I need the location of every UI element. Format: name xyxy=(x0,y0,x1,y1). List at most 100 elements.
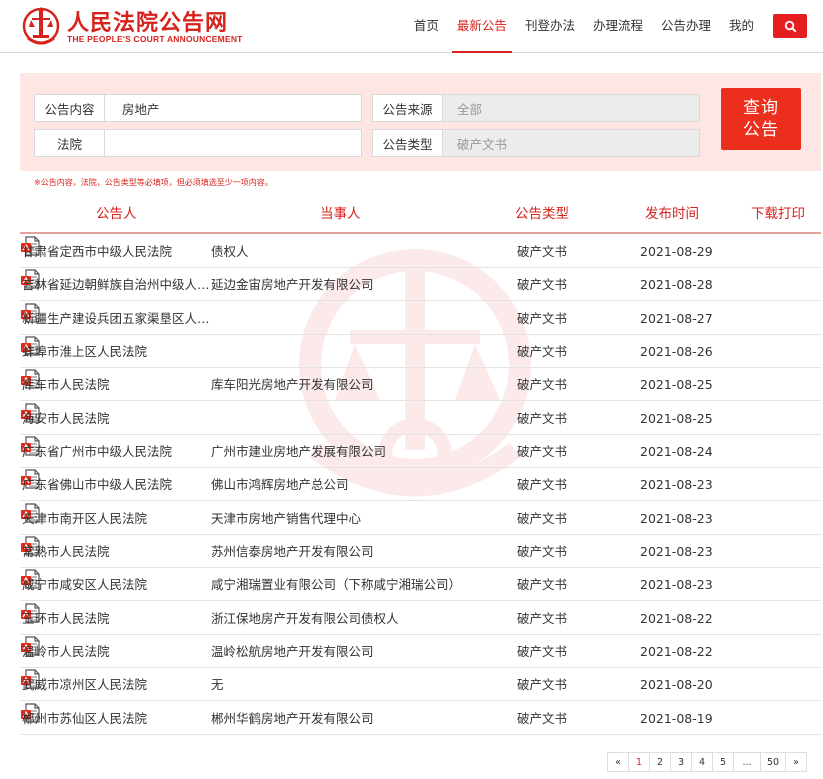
nav-latest[interactable]: 最新公告 xyxy=(448,0,516,53)
row-party: 库车阳光房地产开发有限公司 xyxy=(211,377,374,392)
row-court[interactable]: 新疆生产建设兵团五家渠垦区人民... xyxy=(22,302,212,335)
court-label: 法院 xyxy=(35,130,105,156)
search-icon xyxy=(784,20,797,33)
table-row[interactable]: 咸宁市咸安区人民法院 咸宁湘瑞置业有限公司（下称咸宁湘瑞公司） 破产文书 2021-0… xyxy=(20,568,821,601)
table-row[interactable]: 库车市人民法院 库车阳光房地产开发有限公司 破产文书 2021-08-25 xyxy=(20,368,821,401)
table-row[interactable]: 新疆生产建设兵团五家渠垦区人民... 破产文书 2021-08-27 xyxy=(20,302,821,335)
query-button-line2: 公告 xyxy=(743,120,779,140)
table-row[interactable]: 蚌埠市淮上区人民法院 破产文书 2021-08-26 xyxy=(20,335,821,368)
row-party: 延边金宙房地产开发有限公司 xyxy=(211,277,374,292)
row-court[interactable]: 吉林省延边朝鲜族自治州中级人民... xyxy=(22,268,212,301)
nav-mine[interactable]: 我的 xyxy=(720,0,763,52)
row-party: 债权人 xyxy=(211,244,249,259)
search-filter-panel: 公告内容 房地产 公告来源 全部 法院 公告类型 破产文书 xyxy=(20,73,821,171)
row-court[interactable]: 海安市人民法院 xyxy=(22,402,212,435)
row-party: 广州市建业房地产发展有限公司 xyxy=(211,444,387,459)
court-input[interactable] xyxy=(105,130,361,156)
pagination: «1 2 3 4 5... 50» xyxy=(607,752,807,772)
row-type: 破产文书 xyxy=(517,277,568,292)
source-field: 公告来源 全部 xyxy=(372,94,700,122)
header: 人民法院公告网 THE PEOPLE'S COURT ANNOUNCEMENT … xyxy=(0,0,823,53)
row-date: 2021-08-27 xyxy=(640,311,713,326)
row-date: 2021-08-23 xyxy=(640,477,713,492)
site-subtitle: THE PEOPLE'S COURT ANNOUNCEMENT xyxy=(67,34,243,44)
row-date: 2021-08-23 xyxy=(640,544,713,559)
court-field: 法院 xyxy=(34,129,362,157)
table-row[interactable]: 甘肃省定西市中级人民法院 债权人 破产文书 2021-08-29 xyxy=(20,235,821,268)
row-court[interactable]: 常熟市人民法院 xyxy=(22,535,212,568)
table-row[interactable]: 吉林省延边朝鲜族自治州中级人民... 延边金宙房地产开发有限公司 破产文书 2021-… xyxy=(20,268,821,301)
table-row[interactable]: 广东省广州市中级人民法院 广州市建业房地产发展有限公司 破产文书 2021-08-24 xyxy=(20,435,821,468)
row-type: 破产文书 xyxy=(517,377,568,392)
table-row[interactable]: 武威市凉州区人民法院无 破产文书 2021-08-20 xyxy=(20,668,821,701)
content-field: 公告内容 房地产 xyxy=(34,94,362,122)
type-select[interactable]: 破产文书 xyxy=(443,130,699,156)
table-row[interactable]: 温岭市人民法院 温岭松航房地产开发有限公司 破产文书 2021-08-22 xyxy=(20,635,821,668)
query-announcement-button[interactable]: 查询 公告 xyxy=(721,88,801,150)
source-label: 公告来源 xyxy=(373,95,443,121)
row-type: 破产文书 xyxy=(517,511,568,526)
row-party xyxy=(211,335,471,368)
nav-home[interactable]: 首页 xyxy=(405,0,448,52)
row-type: 破产文书 xyxy=(517,244,568,259)
content-input[interactable]: 房地产 xyxy=(105,95,361,121)
row-court[interactable]: 广东省佛山市中级人民法院 xyxy=(22,468,212,501)
content-label: 公告内容 xyxy=(35,95,105,121)
row-date: 2021-08-24 xyxy=(640,444,713,459)
page-button[interactable]: 3 xyxy=(670,752,692,772)
row-court[interactable]: 甘肃省定西市中级人民法院 xyxy=(22,235,212,268)
nav-process[interactable]: 办理流程 xyxy=(584,0,652,52)
col-date: 发布时间 xyxy=(645,206,699,222)
row-date: 2021-08-19 xyxy=(640,711,713,726)
type-label: 公告类型 xyxy=(373,130,443,156)
row-party xyxy=(211,402,471,435)
table-row[interactable]: 海安市人民法院 破产文书 2021-08-25 xyxy=(20,402,821,435)
table-row[interactable]: 常熟市人民法院 苏州信泰房地产开发有限公司 破产文书 2021-08-23 xyxy=(20,535,821,568)
page-button[interactable]: « xyxy=(607,752,629,772)
row-court[interactable]: 温岭市人民法院 xyxy=(22,635,212,668)
row-party: 浙江保地房产开发有限公司债权人 xyxy=(211,611,399,626)
row-type: 破产文书 xyxy=(517,411,568,426)
court-emblem-logo[interactable] xyxy=(22,4,60,48)
row-date: 2021-08-28 xyxy=(640,277,713,292)
row-date: 2021-08-23 xyxy=(640,577,713,592)
row-date: 2021-08-26 xyxy=(640,344,713,359)
row-court[interactable]: 蚌埠市淮上区人民法院 xyxy=(22,335,212,368)
site-title[interactable]: 人民法院公告网 xyxy=(67,5,228,37)
page-button[interactable]: ... xyxy=(733,752,761,772)
row-type: 破产文书 xyxy=(517,444,568,459)
nav-publish-method[interactable]: 刊登办法 xyxy=(516,0,584,52)
source-select[interactable]: 全部 xyxy=(443,95,699,121)
row-court[interactable]: 广东省广州市中级人民法院 xyxy=(22,435,212,468)
table-row[interactable]: 玉环市人民法院 浙江保地房产开发有限公司债权人 破产文书 2021-08-22 xyxy=(20,602,821,635)
type-field: 公告类型 破产文书 xyxy=(372,129,700,157)
required-hint: ※公告内容，法院，公告类型等必填项，但必须填选至少一项内容。 xyxy=(34,178,273,187)
row-court[interactable]: 玉环市人民法院 xyxy=(22,602,212,635)
row-party: 温岭松航房地产开发有限公司 xyxy=(211,644,374,659)
page-button[interactable]: 1 xyxy=(628,752,650,772)
row-date: 2021-08-22 xyxy=(640,644,713,659)
row-court[interactable]: 天津市南开区人民法院 xyxy=(22,502,212,535)
nav-announcement-handling[interactable]: 公告办理 xyxy=(652,0,720,52)
row-party: 咸宁湘瑞置业有限公司（下称咸宁湘瑞公司） xyxy=(211,577,462,592)
table-row[interactable]: 郴州市苏仙区人民法院 郴州华鹤房地产开发有限公司 破产文书 2021-08-19 xyxy=(20,702,821,735)
row-party: 佛山市鸿辉房地产总公司 xyxy=(211,477,349,492)
row-type: 破产文书 xyxy=(517,677,568,692)
row-party: 郴州华鹤房地产开发有限公司 xyxy=(211,711,374,726)
row-court[interactable]: 库车市人民法院 xyxy=(22,368,212,401)
page-button[interactable]: 4 xyxy=(691,752,713,772)
query-button-line1: 查询 xyxy=(743,98,779,118)
page-button[interactable]: 50 xyxy=(760,752,786,772)
row-party: 苏州信泰房地产开发有限公司 xyxy=(211,544,374,559)
row-party xyxy=(211,302,471,335)
row-type: 破产文书 xyxy=(517,611,568,626)
row-court[interactable]: 武威市凉州区人民法院 xyxy=(22,668,212,701)
table-row[interactable]: 天津市南开区人民法院 天津市房地产销售代理中心 破产文书 2021-08-23 xyxy=(20,502,821,535)
page-button[interactable]: 2 xyxy=(649,752,671,772)
row-court[interactable]: 咸宁市咸安区人民法院 xyxy=(22,568,212,601)
header-search-button[interactable] xyxy=(773,14,807,38)
page-button[interactable]: 5 xyxy=(712,752,734,772)
page-button[interactable]: » xyxy=(785,752,807,772)
table-row[interactable]: 广东省佛山市中级人民法院 佛山市鸿辉房地产总公司 破产文书 2021-08-23 xyxy=(20,468,821,501)
row-court[interactable]: 郴州市苏仙区人民法院 xyxy=(22,702,212,735)
